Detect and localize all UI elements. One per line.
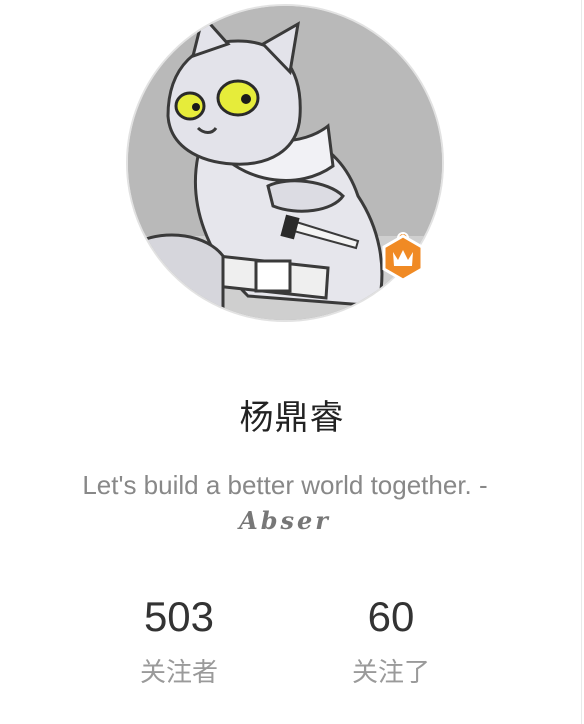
followers-stat[interactable]: 503 关注者: [99, 592, 259, 689]
bio-text: Let's build a better world together. -: [82, 470, 488, 500]
followers-count: 503: [143, 593, 215, 640]
vip-badge: [380, 230, 426, 284]
page-edge-divider: [581, 0, 582, 724]
following-stat[interactable]: 60 关注了: [311, 592, 471, 689]
profile-page: 杨鼎睿 Let's build a better world together.…: [0, 0, 584, 724]
following-label: 关注了: [351, 658, 430, 688]
following-count: 60: [367, 593, 415, 640]
profile-name: 杨鼎睿: [239, 398, 345, 438]
crown-icon: [382, 232, 424, 282]
bio-signature: Abser: [239, 506, 331, 535]
avatar-container: [126, 4, 444, 322]
followers-label: 关注者: [139, 658, 218, 688]
profile-bio: Let's build a better world together. - A…: [0, 467, 570, 539]
